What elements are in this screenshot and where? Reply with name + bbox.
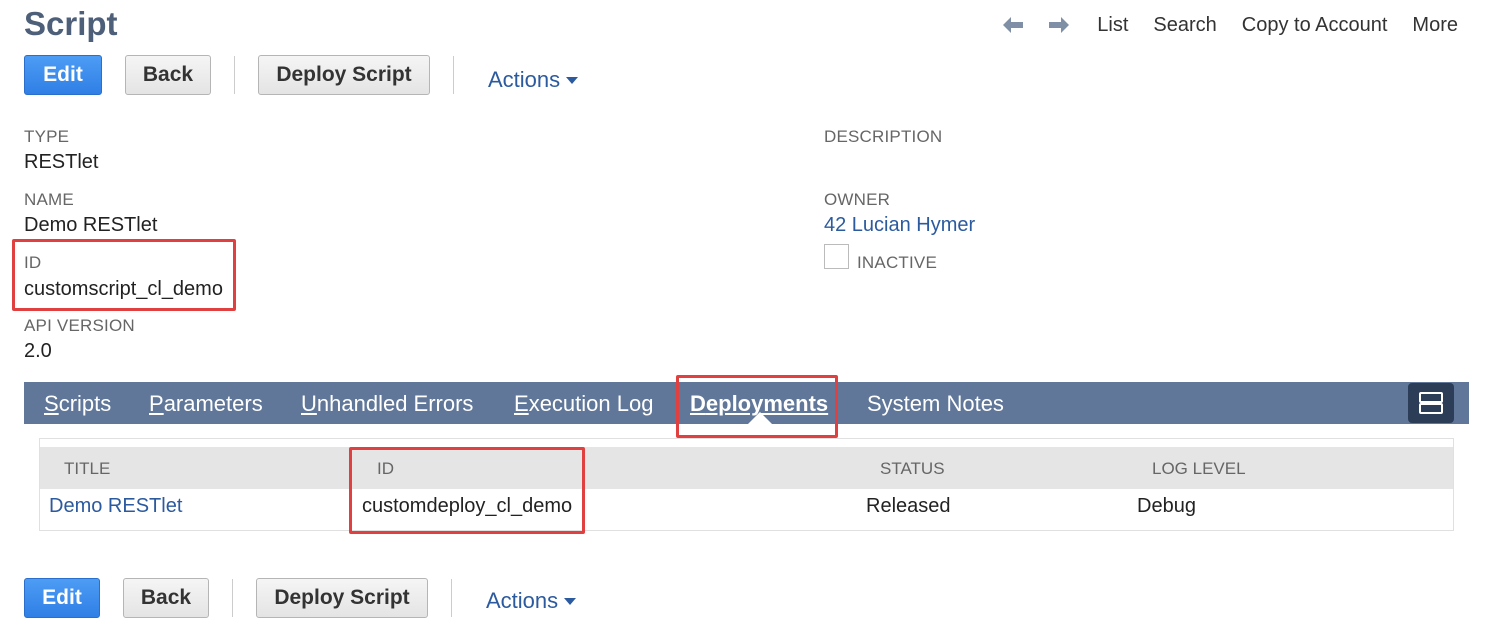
tab-system-notes[interactable]: System Notes [867,382,1004,424]
arrow-right-icon[interactable] [1046,14,1072,36]
tab-unhandled-errors[interactable]: Unhandled Errors [301,382,473,424]
api-version-value: 2.0 [24,340,52,362]
inactive-checkbox[interactable] [824,244,849,269]
deploy-script-button[interactable]: Deploy Script [256,578,428,618]
tab-layout-toggle-icon[interactable] [1408,383,1454,423]
caret-down-icon [566,76,579,84]
edit-button[interactable]: Edit [24,55,102,95]
tab-unhandled-errors-label: nhandled Errors [316,391,474,416]
tab-scripts-hotkey: S [44,391,59,416]
tab-execution-log-hotkey: E [514,391,529,416]
row-status: Released [866,495,951,517]
column-status[interactable]: STATUS [880,447,945,491]
deployments-tab-highlight-box [676,375,838,438]
tab-execution-log-label: xecution Log [528,391,654,416]
tab-unhandled-errors-hotkey: U [301,391,317,416]
page-title: Script [24,5,118,42]
caret-down-icon [564,597,577,605]
toolbar-top: Edit Back Deploy Script Actions [24,53,579,97]
toolbar-divider [451,579,452,617]
toolbar-divider [453,56,454,94]
back-button[interactable]: Back [123,578,209,618]
more-link[interactable]: More [1412,14,1458,37]
tab-parameters[interactable]: Parameters [149,382,263,424]
actions-label: Actions [488,67,561,92]
toolbar-divider [232,579,233,617]
inactive-label: INACTIVE [857,253,938,272]
back-button[interactable]: Back [125,55,211,95]
top-navigation: List Search Copy to Account More [980,10,1458,40]
deployment-id-highlight-box [349,447,585,534]
type-label: TYPE [24,127,70,146]
tab-scripts-label: cripts [58,391,112,416]
column-title[interactable]: TITLE [64,447,110,491]
name-label: NAME [24,190,74,209]
tab-execution-log[interactable]: Execution Log [514,382,653,424]
actions-menu[interactable]: Actions [488,67,579,93]
description-label: DESCRIPTION [824,127,943,146]
deploy-script-button[interactable]: Deploy Script [258,55,430,95]
list-link[interactable]: List [1097,14,1128,37]
arrow-left-icon[interactable] [1000,14,1026,36]
deployments-table: TITLE ID STATUS LOG LEVEL Demo RESTlet c… [39,438,1454,531]
toolbar-divider [234,56,235,94]
owner-link[interactable]: 42 Lucian Hymer [824,214,975,237]
table-header: TITLE ID STATUS LOG LEVEL [40,447,1453,489]
search-link[interactable]: Search [1153,14,1216,37]
edit-button[interactable]: Edit [24,578,100,618]
column-log-level[interactable]: LOG LEVEL [1152,447,1246,491]
actions-label: Actions [486,588,559,613]
tab-parameters-label: arameters [163,391,263,416]
owner-label: OWNER [824,190,891,209]
row-log-level: Debug [1137,495,1196,517]
tab-scripts[interactable]: Scripts [44,382,111,424]
tab-parameters-hotkey: P [149,391,164,416]
tab-system-notes-label: System Notes [867,391,1004,416]
id-highlight-box [12,239,236,311]
toolbar-bottom: Edit Back Deploy Script Actions [24,576,577,620]
row-title-link[interactable]: Demo RESTlet [49,495,182,518]
name-value: Demo RESTlet [24,214,158,236]
api-version-label: API VERSION [24,316,135,335]
actions-menu[interactable]: Actions [486,588,577,614]
type-value: RESTlet [24,151,99,173]
copy-to-account-link[interactable]: Copy to Account [1242,14,1388,37]
